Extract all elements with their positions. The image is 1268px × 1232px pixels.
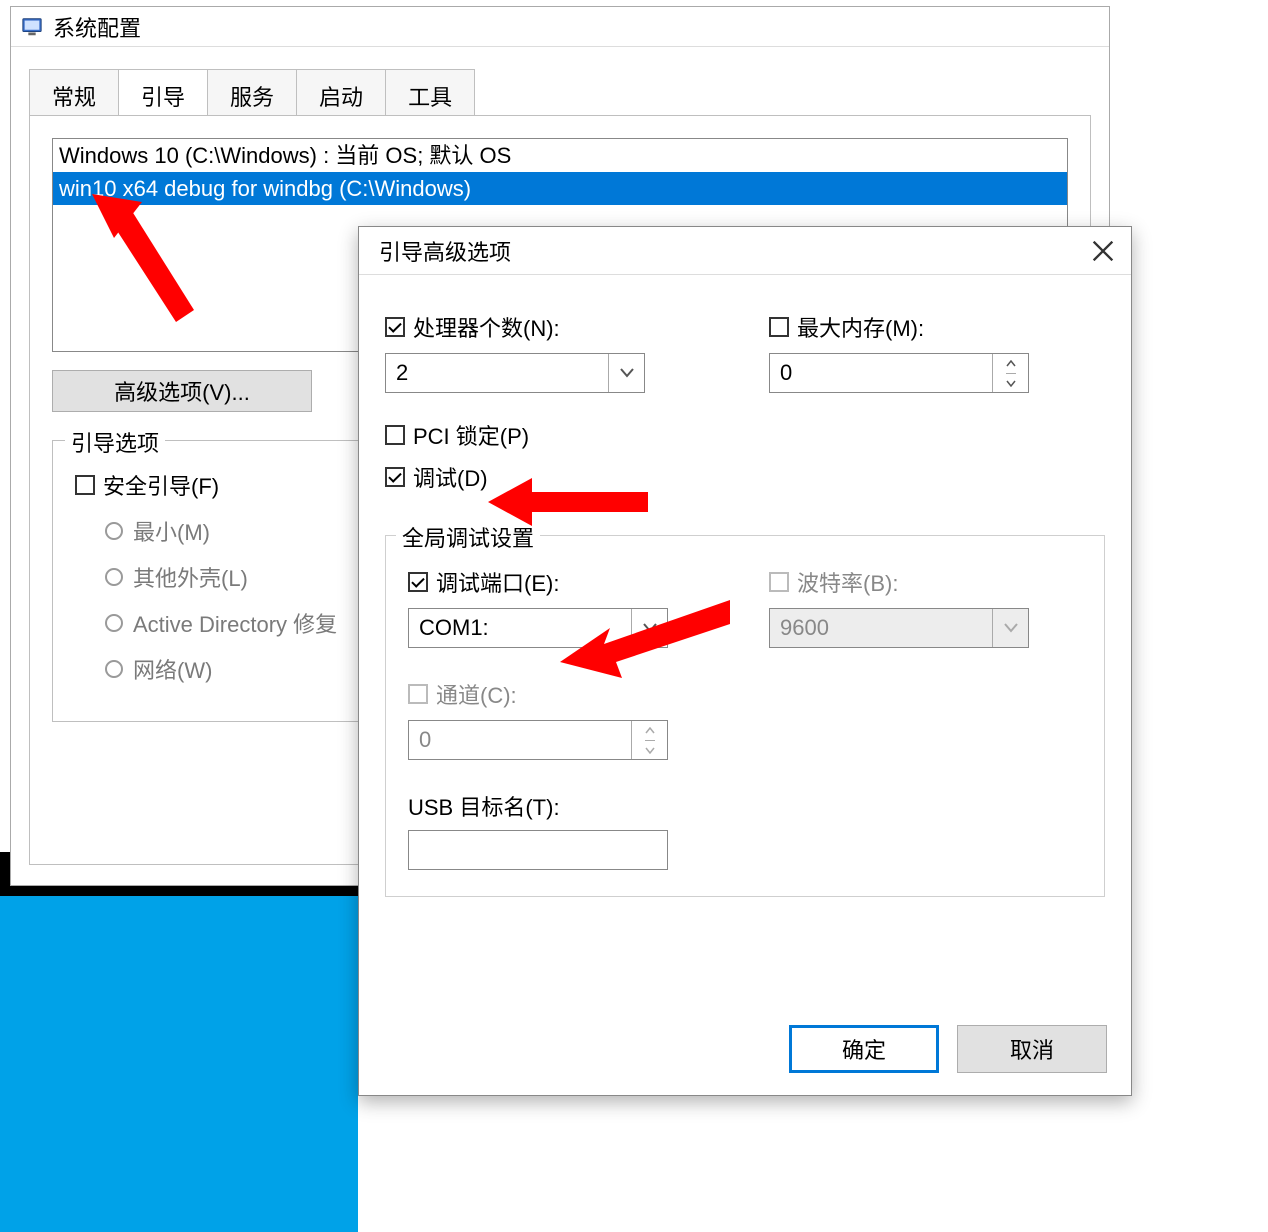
channel-value: 0 [419, 727, 431, 753]
advanced-options-button[interactable]: 高级选项(V)... [52, 370, 312, 412]
chevron-down-icon [992, 609, 1028, 647]
channel-spinner: 0 [408, 720, 668, 760]
spin-up-icon[interactable] [1006, 354, 1016, 373]
checkbox-icon [408, 572, 428, 592]
dialog-title: 引导高级选项 [379, 235, 511, 267]
debug-port-value: COM1: [419, 615, 489, 641]
pci-lock-label: PCI 锁定(P) [413, 419, 529, 451]
close-icon[interactable] [1089, 237, 1117, 265]
background-cyan-strip [0, 896, 358, 1232]
debug-port-checkbox[interactable]: 调试端口(E): [408, 566, 721, 598]
radio-icon [105, 568, 123, 586]
checkbox-icon [385, 317, 405, 337]
safe-boot-label: 安全引导(F) [103, 469, 219, 501]
debug-port-label: 调试端口(E): [436, 566, 559, 598]
chevron-down-icon [608, 354, 644, 392]
usb-target-label: USB 目标名(T): [408, 790, 721, 822]
radio-icon [105, 660, 123, 678]
safe-boot-checkbox[interactable]: 安全引导(F) [75, 469, 359, 501]
chevron-down-icon [631, 609, 667, 647]
ok-button[interactable]: 确定 [789, 1025, 939, 1073]
radio-network: 网络(W) [105, 653, 359, 685]
debug-label: 调试(D) [413, 461, 488, 493]
max-memory-value: 0 [780, 360, 792, 386]
window-titlebar: 系统配置 [11, 7, 1109, 47]
spin-up-icon [645, 721, 655, 740]
radio-altshell: 其他外壳(L) [105, 561, 359, 593]
app-icon [21, 16, 43, 38]
radio-minimal: 最小(M) [105, 515, 359, 547]
cancel-button[interactable]: 取消 [957, 1025, 1107, 1073]
processors-checkbox[interactable]: 处理器个数(N): [385, 311, 721, 343]
radio-icon [105, 614, 123, 632]
channel-label: 通道(C): [436, 678, 517, 710]
checkbox-icon [75, 475, 95, 495]
global-debug-legend: 全局调试设置 [396, 521, 540, 553]
dialog-titlebar: 引导高级选项 [359, 227, 1131, 275]
spin-down-icon [645, 740, 655, 759]
boot-entry[interactable]: Windows 10 (C:\Windows) : 当前 OS; 默认 OS [53, 139, 1067, 172]
baud-combo: 9600 [769, 608, 1029, 648]
boot-options-group: 引导选项 安全引导(F) 最小(M) 其他外壳(L) Active Direct… [52, 440, 382, 722]
radio-icon [105, 522, 123, 540]
pci-lock-checkbox[interactable]: PCI 锁定(P) [385, 419, 721, 451]
spin-down-icon[interactable] [1006, 373, 1016, 392]
processors-value: 2 [396, 360, 408, 386]
channel-checkbox: 通道(C): [408, 678, 721, 710]
window-title: 系统配置 [53, 11, 141, 43]
global-debug-group: 全局调试设置 调试端口(E): COM1: 通道(C): [385, 535, 1105, 897]
max-memory-label: 最大内存(M): [797, 311, 924, 343]
spinner-buttons [631, 721, 667, 759]
usb-target-input[interactable] [408, 830, 668, 870]
debug-checkbox[interactable]: 调试(D) [385, 461, 721, 493]
spinner-buttons[interactable] [992, 354, 1028, 392]
dialog-body: 处理器个数(N): 2 PCI 锁定(P) 调试(D) [359, 275, 1131, 897]
processors-label: 处理器个数(N): [413, 311, 560, 343]
checkbox-icon [385, 425, 405, 445]
radio-ad-repair: Active Directory 修复 [105, 607, 359, 639]
max-memory-spinner[interactable]: 0 [769, 353, 1029, 393]
boot-entry[interactable]: win10 x64 debug for windbg (C:\Windows) [53, 172, 1067, 205]
boot-advanced-options-dialog: 引导高级选项 处理器个数(N): 2 PCI 锁定(P) [358, 226, 1132, 1096]
boot-options-legend: 引导选项 [65, 426, 165, 458]
checkbox-icon [385, 467, 405, 487]
checkbox-icon [769, 572, 789, 592]
baud-value: 9600 [780, 615, 829, 641]
baud-label: 波特率(B): [797, 566, 898, 598]
processors-combo[interactable]: 2 [385, 353, 645, 393]
checkbox-icon [408, 684, 428, 704]
baud-checkbox: 波特率(B): [769, 566, 1082, 598]
max-memory-checkbox[interactable]: 最大内存(M): [769, 311, 1105, 343]
checkbox-icon [769, 317, 789, 337]
debug-port-combo[interactable]: COM1: [408, 608, 668, 648]
